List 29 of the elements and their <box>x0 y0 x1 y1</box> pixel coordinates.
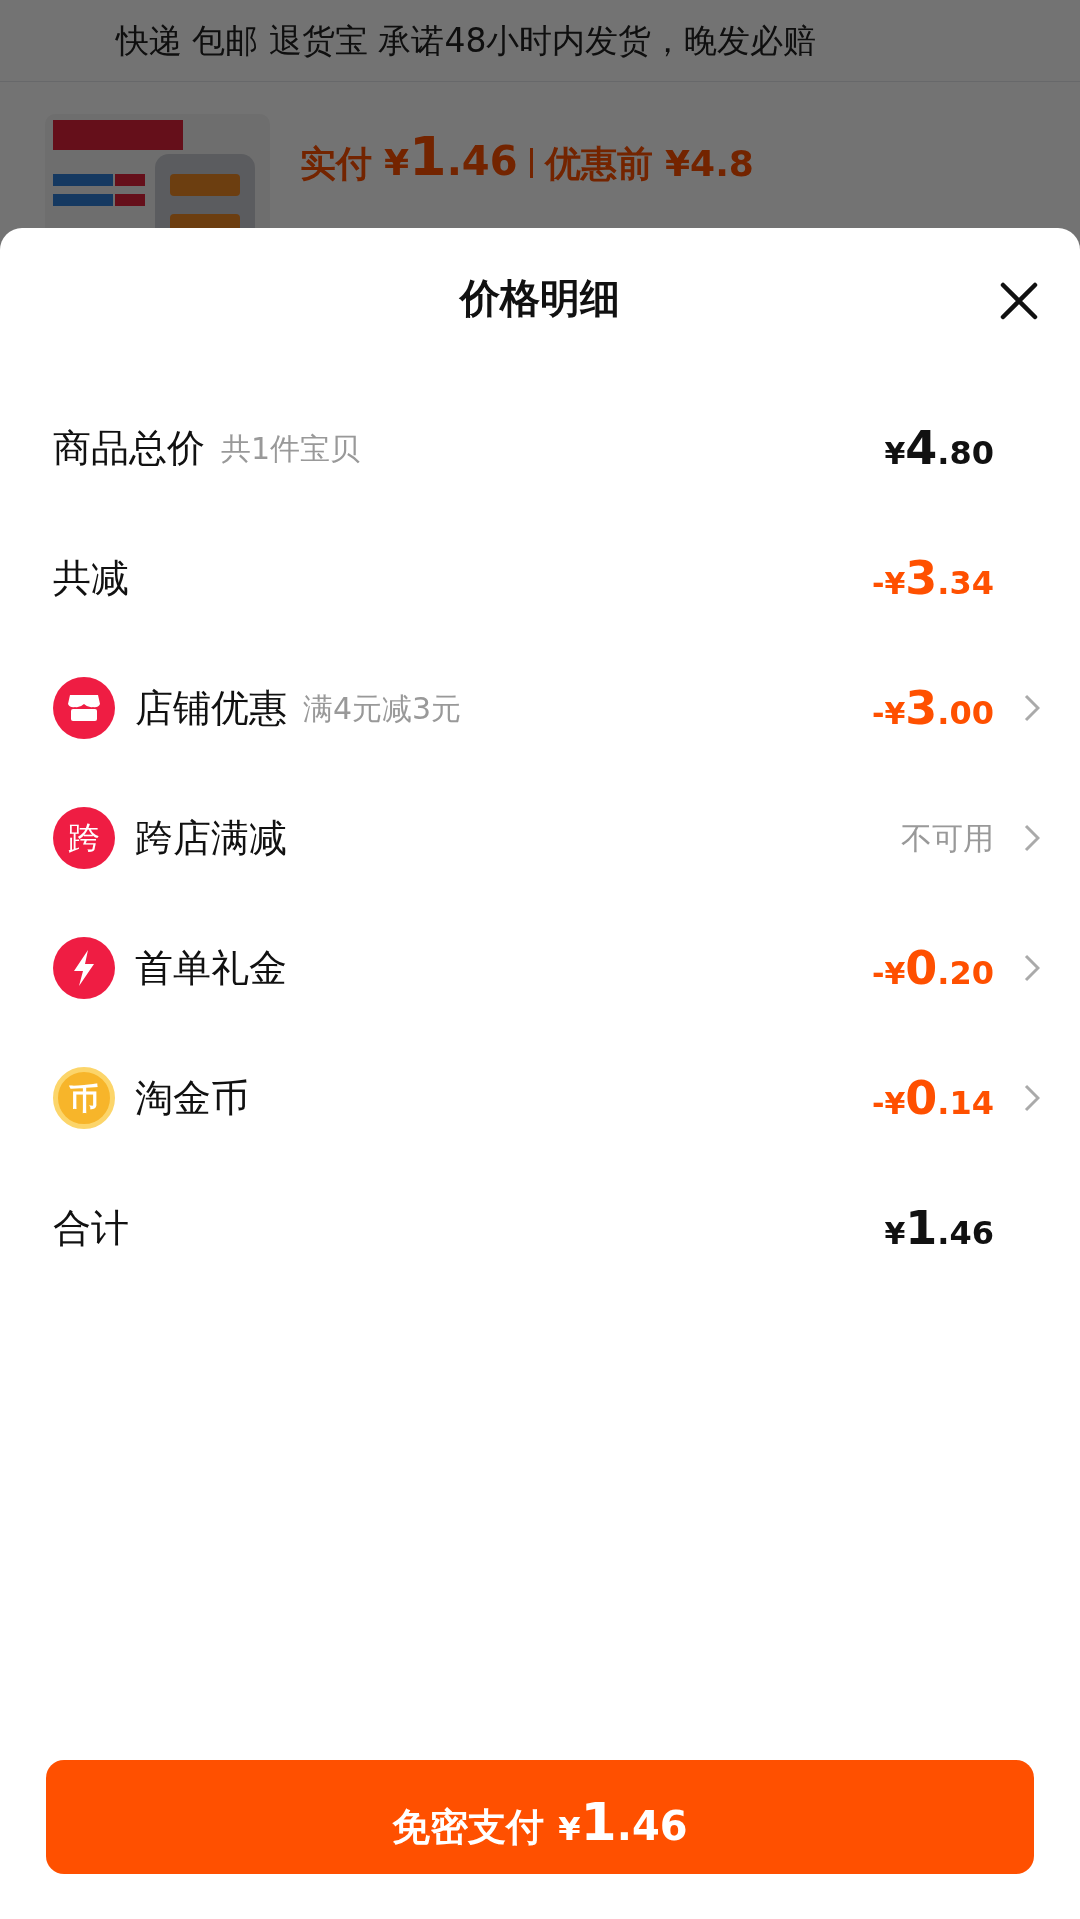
amount: -¥0.20 <box>871 945 994 991</box>
row-label: 首单礼金 <box>135 944 287 992</box>
chevron-icon[interactable] <box>1024 824 1040 852</box>
chevron-icon[interactable] <box>1024 954 1040 982</box>
row-label: 商品总价 <box>53 424 205 472</box>
row-label: 共减 <box>53 554 129 602</box>
amount: -¥0.14 <box>871 1075 994 1121</box>
amount: ¥1.46 <box>884 1205 994 1251</box>
service-info-text: 快递 包邮 退货宝 承诺48小时内发货，晚发必赔 <box>116 19 817 62</box>
row-note: 满4元减3元 <box>303 689 462 728</box>
row-note: 共1件宝贝 <box>221 429 361 468</box>
chevron-icon[interactable] <box>1024 694 1040 722</box>
amount: -¥3.00 <box>871 685 994 731</box>
close-icon[interactable] <box>998 280 1040 322</box>
chevron-icon[interactable] <box>1024 1084 1040 1112</box>
original-price: 优惠前 ¥4.8 <box>544 146 754 184</box>
coin-icon: 币 <box>53 1067 115 1129</box>
badge-icon: 跨 <box>53 807 115 869</box>
row-label: 店铺优惠 <box>135 684 287 732</box>
pay-button[interactable]: 免密支付 ¥1.46 <box>46 1760 1034 1874</box>
paid-label: 实付 <box>300 146 372 184</box>
amount: -¥3.34 <box>871 555 994 601</box>
row-label: 跨店满减 <box>135 814 287 862</box>
status-text: 不可用 <box>901 818 994 858</box>
row-label: 合计 <box>53 1204 129 1252</box>
row-label: 淘金币 <box>135 1074 249 1122</box>
sheet-title: 价格明细 <box>460 274 620 323</box>
amount: ¥4.80 <box>884 425 994 471</box>
paid-price: ¥1.46 <box>384 130 518 184</box>
